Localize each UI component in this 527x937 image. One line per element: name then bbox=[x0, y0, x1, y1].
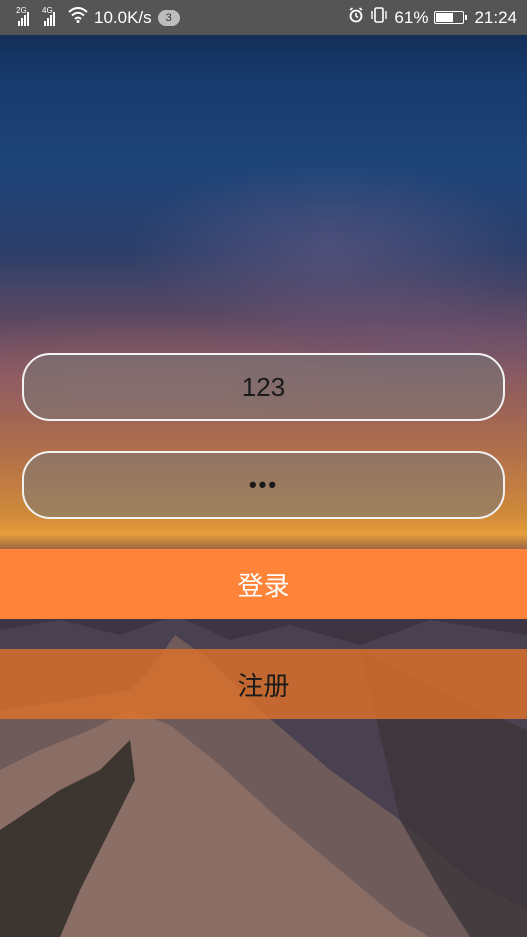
alarm-icon bbox=[348, 7, 364, 28]
signal-icon: 2G bbox=[16, 6, 32, 26]
password-input[interactable]: ••• bbox=[22, 451, 505, 519]
wifi-icon bbox=[68, 7, 88, 28]
login-screen: 2G 4G 10.0K/s 3 61% 21:24 123 ••• 登录 注册 bbox=[0, 0, 527, 937]
status-bar: 2G 4G 10.0K/s 3 61% 21:24 bbox=[0, 0, 527, 35]
clock: 21:24 bbox=[474, 7, 517, 27]
notification-badge: 3 bbox=[157, 9, 180, 26]
register-button-label: 注册 bbox=[237, 671, 290, 702]
battery-percent: 61% bbox=[394, 7, 429, 27]
register-button[interactable]: 注册 bbox=[0, 649, 527, 719]
background-mountains bbox=[0, 615, 527, 937]
username-input[interactable]: 123 bbox=[22, 353, 505, 421]
login-button[interactable]: 登录 bbox=[0, 549, 527, 619]
vibrate-icon bbox=[370, 7, 388, 28]
password-value: ••• bbox=[248, 472, 279, 497]
login-button-label: 登录 bbox=[237, 571, 290, 602]
signal-icon-secondary: 4G bbox=[42, 6, 58, 26]
username-value: 123 bbox=[241, 371, 286, 402]
battery-icon bbox=[434, 11, 468, 24]
network-speed: 10.0K/s bbox=[94, 7, 152, 27]
